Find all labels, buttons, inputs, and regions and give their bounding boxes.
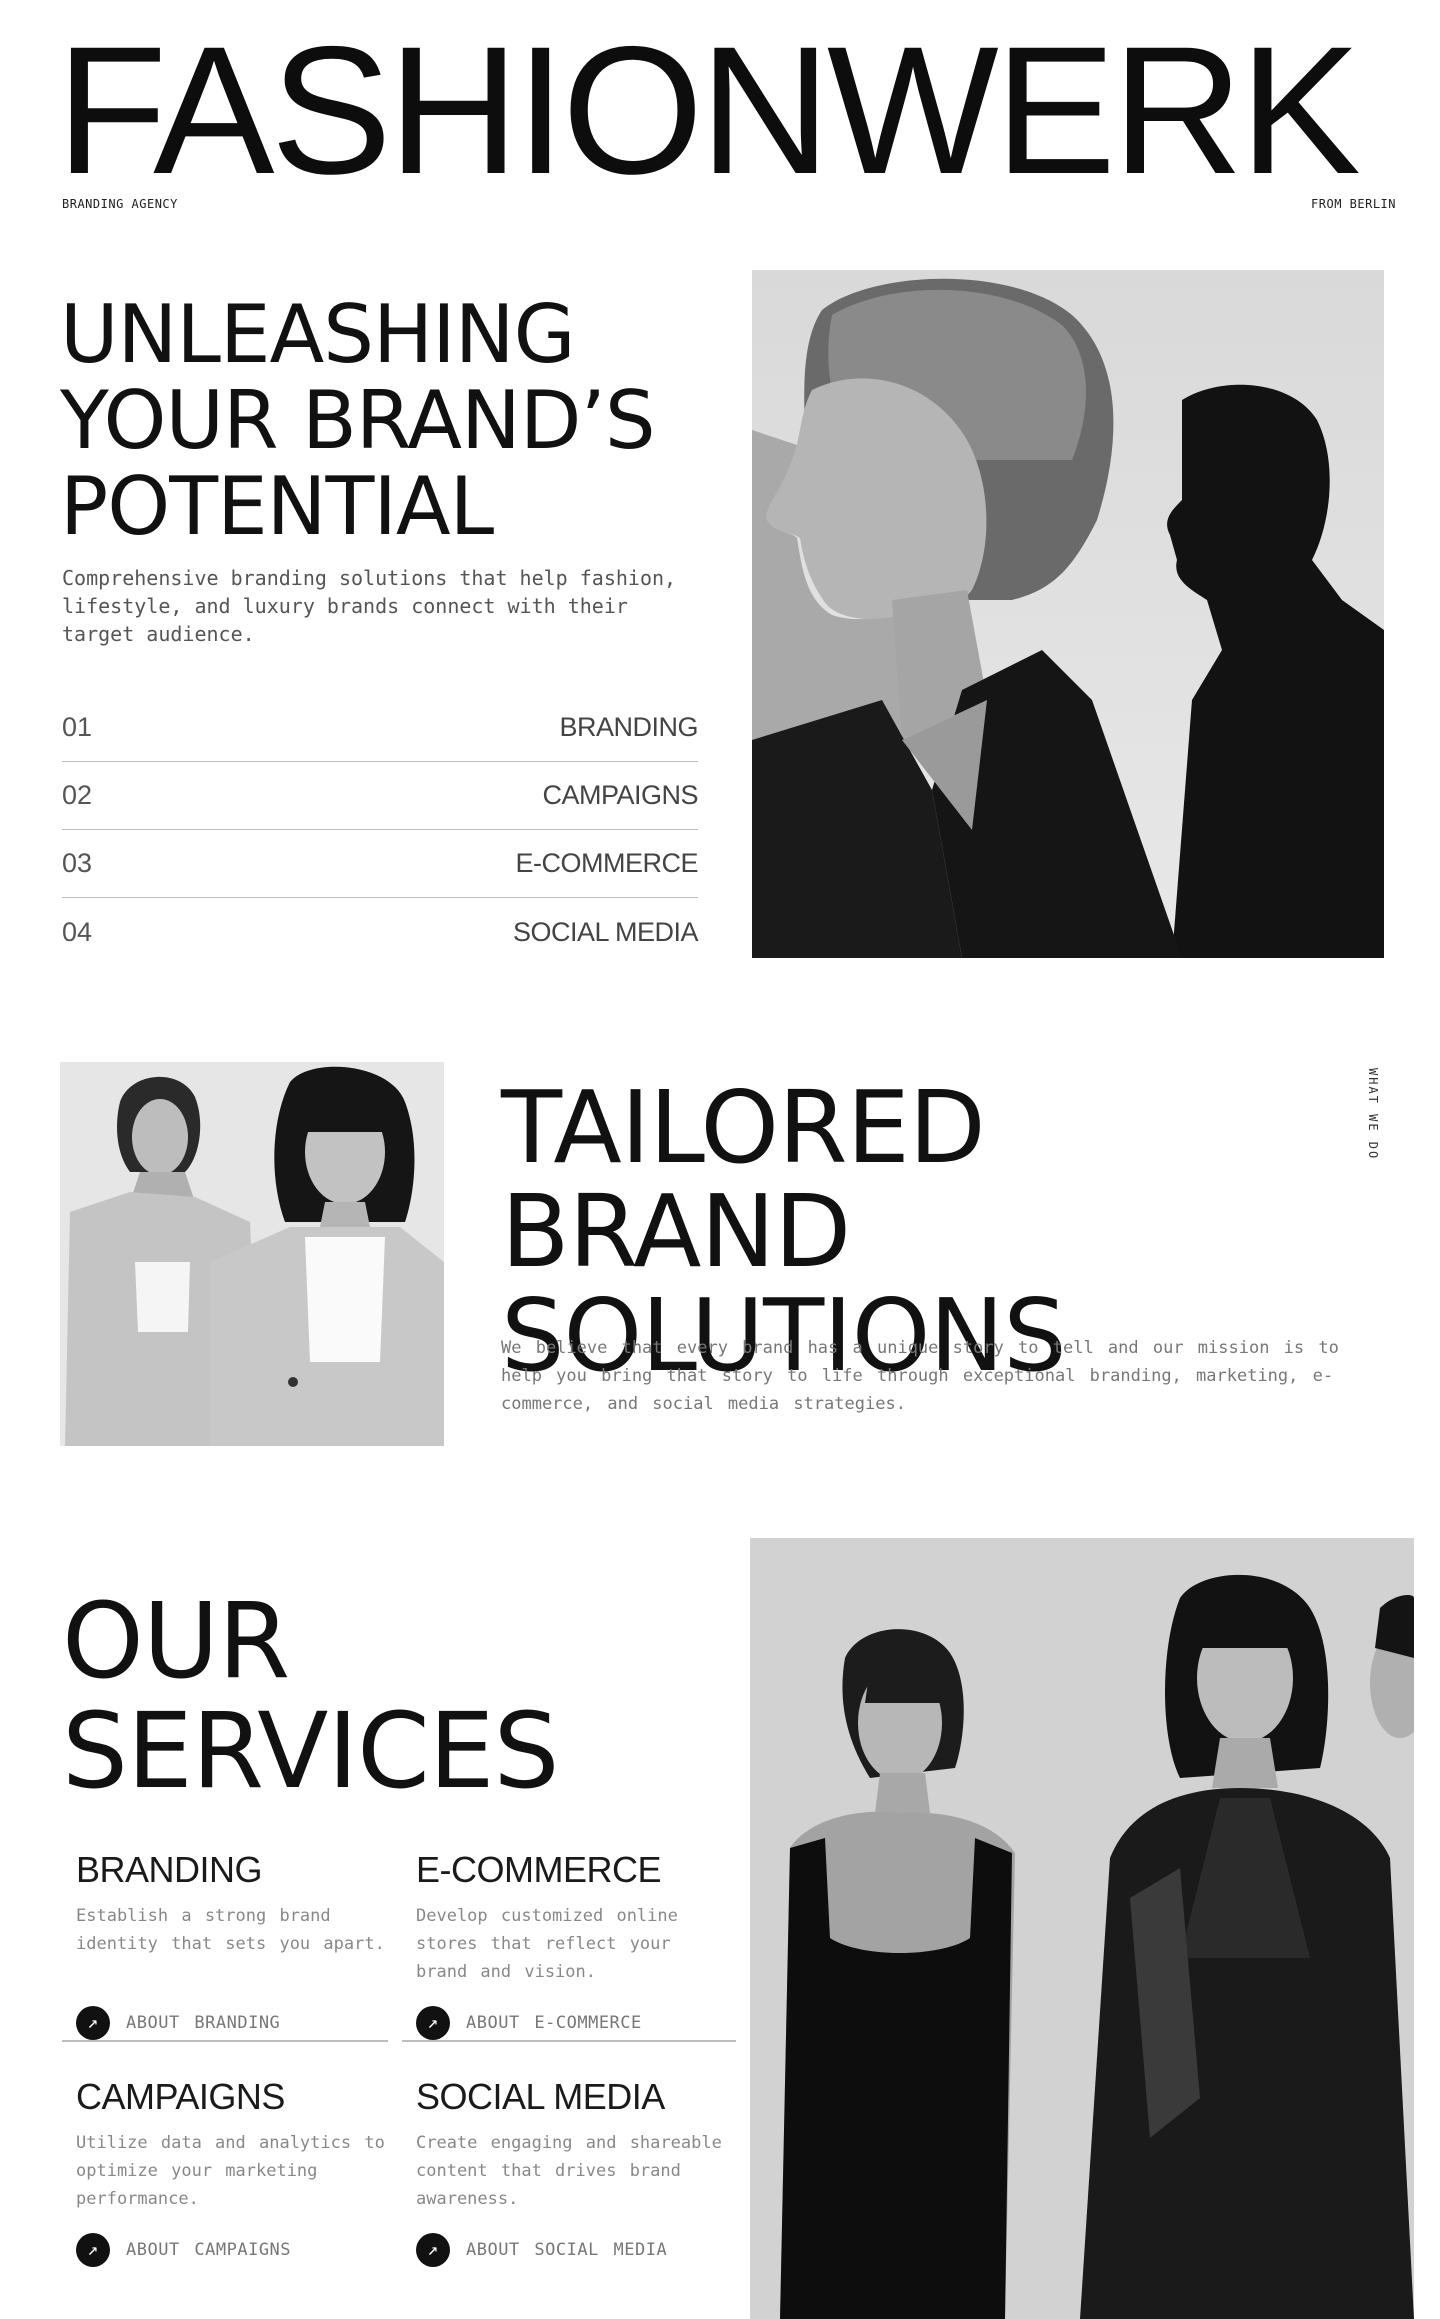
- list-item-number: 01: [62, 712, 93, 742]
- list-item[interactable]: 02 CAMPAIGNS: [62, 762, 698, 830]
- list-item-number: 02: [62, 780, 93, 810]
- hero-photo: [752, 270, 1384, 958]
- list-item-number: 03: [62, 848, 93, 878]
- list-item-number: 04: [62, 916, 93, 947]
- hero-heading: UNLEASHING YOUR BRAND’S POTENTIAL: [60, 292, 710, 550]
- services-heading-line: SERVICES: [62, 1690, 559, 1812]
- service-card-text: Create engaging and shareable content th…: [416, 2133, 722, 2209]
- list-item[interactable]: 03 E-COMMERCE: [62, 830, 698, 898]
- service-card-link-label: ABOUT E-COMMERCE: [466, 2013, 642, 2033]
- arrow-up-right-icon: ↗: [416, 2233, 450, 2267]
- service-card-text: Develop customized online stores that re…: [416, 1906, 678, 1982]
- divider: [402, 2040, 736, 2042]
- services-photo-illustration: [750, 1538, 1414, 2319]
- arrow-up-right-icon: ↗: [76, 2006, 110, 2040]
- service-card-social-media: SOCIAL MEDIA Create engaging and shareab…: [416, 2075, 726, 2267]
- agency-tagline: BRANDING AGENCY: [62, 197, 178, 211]
- hero-heading-line: YOUR BRAND’S: [60, 374, 656, 467]
- service-card-title: BRANDING: [76, 1849, 263, 1890]
- services-heading: OUR SERVICES: [62, 1586, 662, 1806]
- hero-description: Comprehensive branding solutions that he…: [62, 566, 677, 646]
- services-heading-line: OUR: [62, 1580, 290, 1702]
- list-item-label: SOCIAL MEDIA: [512, 916, 699, 947]
- list-item[interactable]: 01 BRANDING: [62, 694, 698, 762]
- location-label: FROM BERLIN: [1311, 197, 1396, 211]
- service-card-link-label: ABOUT SOCIAL MEDIA: [466, 2240, 668, 2260]
- tailored-photo-illustration: [60, 1062, 444, 1446]
- services-index-list: 01 BRANDING 02 CAMPAIGNS 03 E-COMMERCE 0…: [62, 694, 699, 966]
- service-card-ecommerce: E-COMMERCE Develop customized online sto…: [416, 1848, 726, 2040]
- arrow-up-right-icon: ↗: [76, 2233, 110, 2267]
- tailored-heading-line: TAILORED BRAND: [501, 1069, 986, 1290]
- tailored-description: We believe that every brand has a unique…: [501, 1338, 1339, 1414]
- service-card-title: E-COMMERCE: [416, 1849, 662, 1890]
- hero-photo-illustration: [752, 270, 1384, 958]
- divider: [62, 2040, 388, 2042]
- service-card-title: CAMPAIGNS: [76, 2076, 285, 2117]
- site-logo-wordmark[interactable]: FASHIONWERK: [56, 19, 1388, 201]
- services-photo: [750, 1538, 1414, 2319]
- list-item[interactable]: 04 SOCIAL MEDIA: [62, 898, 699, 966]
- about-campaigns-link[interactable]: ↗ ABOUT CAMPAIGNS: [76, 2233, 386, 2267]
- list-item-label: E-COMMERCE: [515, 848, 699, 878]
- service-card-title: SOCIAL MEDIA: [416, 2076, 665, 2117]
- service-card-link-label: ABOUT CAMPAIGNS: [126, 2240, 292, 2260]
- service-card-branding: BRANDING Establish a strong brand identi…: [76, 1848, 386, 2040]
- about-social-media-link[interactable]: ↗ ABOUT SOCIAL MEDIA: [416, 2233, 726, 2267]
- hero-heading-line: POTENTIAL: [60, 460, 494, 553]
- hero-heading-line: UNLEASHING: [60, 288, 576, 381]
- arrow-up-right-icon: ↗: [416, 2006, 450, 2040]
- about-branding-link[interactable]: ↗ ABOUT BRANDING: [76, 2006, 386, 2040]
- list-item-label: CAMPAIGNS: [542, 780, 698, 810]
- about-ecommerce-link[interactable]: ↗ ABOUT E-COMMERCE: [416, 2006, 726, 2040]
- service-card-text: Utilize data and analytics to optimize y…: [76, 2133, 385, 2209]
- tailored-photo: [60, 1062, 444, 1446]
- service-card-campaigns: CAMPAIGNS Utilize data and analytics to …: [76, 2075, 386, 2267]
- service-card-link-label: ABOUT BRANDING: [126, 2013, 281, 2033]
- list-item-label: BRANDING: [559, 712, 698, 742]
- section-side-label: WHAT WE DO: [1366, 1068, 1380, 1161]
- service-card-text: Establish a strong brand identity that s…: [76, 1906, 385, 1954]
